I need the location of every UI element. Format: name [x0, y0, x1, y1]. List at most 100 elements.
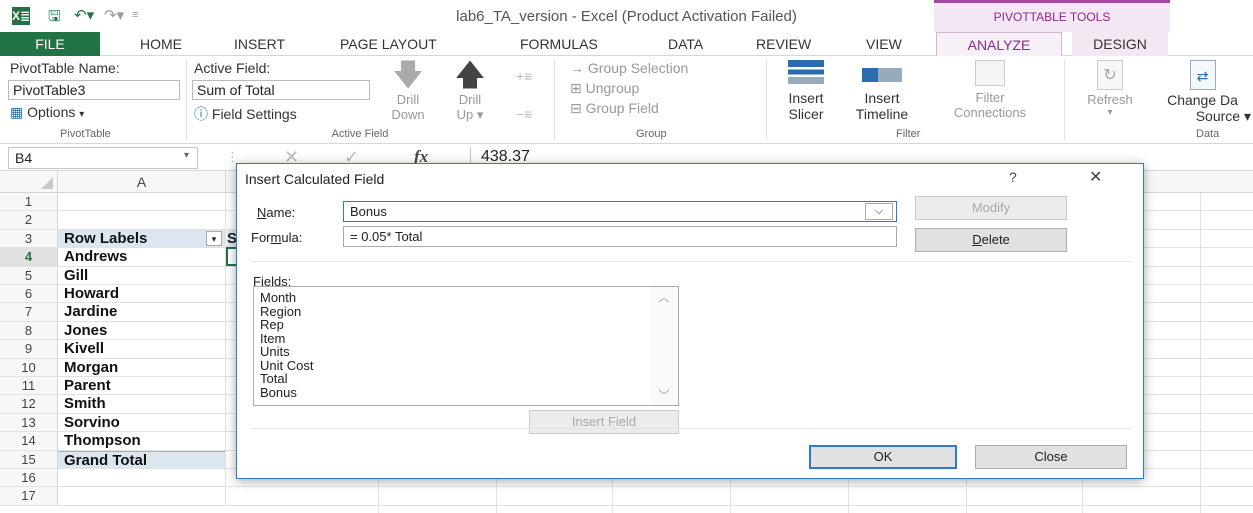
row-header[interactable]: 4: [0, 248, 58, 266]
row-header[interactable]: 7: [0, 303, 58, 321]
drill-down-button[interactable]: 🡇 Drill Down: [382, 59, 434, 123]
column-header-a[interactable]: A: [58, 171, 226, 193]
insert-timeline-button[interactable]: Insert Timeline: [846, 60, 918, 122]
cell-a[interactable]: Jones: [58, 321, 226, 340]
tab-insert[interactable]: INSERT: [234, 32, 285, 56]
pivottable-tools-label: PIVOTTABLE TOOLS: [934, 0, 1170, 32]
field-settings-label: Field Settings: [211, 106, 297, 122]
ok-button[interactable]: OK: [809, 445, 957, 469]
group-selection-label: Group Selection: [587, 60, 689, 76]
row-header[interactable]: 15: [0, 450, 58, 468]
tab-design[interactable]: DESIGN: [1072, 32, 1168, 56]
modify-button[interactable]: Modify: [915, 196, 1067, 220]
ungroup-button[interactable]: ⊞ Ungroup: [570, 80, 639, 97]
chevron-down-icon[interactable]: ▾: [184, 150, 189, 161]
list-item[interactable]: Total: [260, 372, 287, 386]
chevron-down-icon: ▾: [79, 109, 85, 120]
close-icon[interactable]: ✕: [1089, 167, 1102, 187]
formula-input-field[interactable]: = 0.05* Total: [343, 226, 897, 247]
cell-a[interactable]: Parent: [58, 377, 226, 395]
expand-field-icon[interactable]: +≡: [516, 68, 532, 84]
list-item[interactable]: Rep: [260, 318, 284, 332]
tab-review[interactable]: REVIEW: [756, 32, 811, 56]
scroll-down-icon[interactable]: ﹀: [650, 387, 678, 403]
collapse-field-icon[interactable]: −≡: [516, 106, 532, 122]
help-button[interactable]: ?: [1009, 169, 1017, 185]
cell-a[interactable]: Smith: [58, 395, 226, 413]
pivottable-name-input[interactable]: PivotTable3: [8, 80, 180, 100]
refresh-icon: ↻: [1097, 60, 1123, 90]
tab-view[interactable]: VIEW: [866, 32, 902, 56]
cell-a[interactable]: Row Labels: [58, 229, 226, 248]
filter-group-label: Filter: [896, 128, 921, 140]
row-header[interactable]: 1: [0, 193, 58, 211]
row-header[interactable]: 12: [0, 395, 58, 413]
scroll-up-icon[interactable]: ︿: [650, 289, 678, 305]
list-item[interactable]: Bonus: [260, 385, 297, 400]
row-header[interactable]: 9: [0, 340, 58, 358]
tab-home[interactable]: HOME: [140, 32, 182, 56]
cell-a[interactable]: Andrews: [58, 248, 226, 266]
cell-a[interactable]: Howard: [58, 285, 226, 303]
tab-file[interactable]: FILE: [0, 32, 100, 56]
close-button[interactable]: Close: [975, 445, 1127, 469]
cell-a[interactable]: [58, 193, 226, 211]
insert-slicer-button[interactable]: Insert Slicer: [774, 60, 838, 122]
filter-dropdown-icon[interactable]: ▾: [206, 230, 222, 246]
tab-page-layout[interactable]: PAGE LAYOUT: [340, 32, 437, 56]
cell-a[interactable]: [58, 469, 226, 487]
row-header[interactable]: 16: [0, 469, 58, 487]
group-selection-button[interactable]: → Group Selection: [570, 60, 688, 76]
cell-a[interactable]: Thompson: [58, 432, 226, 450]
arrow-down-icon: 🡇: [392, 59, 424, 92]
name-box[interactable]: B4: [8, 147, 198, 169]
cell-a[interactable]: [58, 211, 226, 229]
row-header[interactable]: 5: [0, 266, 58, 284]
row-header[interactable]: 11: [0, 377, 58, 395]
row-header[interactable]: 13: [0, 413, 58, 432]
list-item[interactable]: Unit Cost: [260, 358, 313, 373]
list-item[interactable]: Region: [260, 304, 301, 319]
filter-connections-label-1: Filter: [975, 90, 1005, 105]
list-item[interactable]: Item: [260, 331, 285, 346]
group-group-label: Group: [636, 128, 667, 140]
insert-calculated-field-dialog: Insert Calculated Field ? ✕ Name: Bonus …: [236, 163, 1144, 479]
row-header[interactable]: 6: [0, 285, 58, 303]
group-field-button[interactable]: ⊟ Group Field: [570, 100, 659, 117]
options-button[interactable]: ▦ Options ▾: [10, 104, 84, 121]
cell-a[interactable]: Jardine: [58, 303, 226, 321]
name-input[interactable]: Bonus: [343, 201, 897, 222]
cell-a[interactable]: Grand Total: [58, 450, 226, 469]
insert-field-button[interactable]: Insert Field: [529, 410, 679, 434]
row-header[interactable]: 2: [0, 211, 58, 229]
fields-listbox[interactable]: Month Region Rep Item Units Unit Cost Total Bon…: [253, 286, 679, 406]
cell-a[interactable]: [58, 487, 226, 505]
row-header[interactable]: 3: [0, 229, 58, 248]
row-header[interactable]: 10: [0, 358, 58, 376]
tab-analyze[interactable]: ANALYZE: [936, 32, 1062, 56]
fields-scrollbar[interactable]: ︿ ﹀: [650, 287, 678, 405]
table-row: 17: [0, 487, 1253, 506]
select-all-corner[interactable]: [0, 171, 58, 193]
list-item[interactable]: Units: [260, 345, 290, 359]
cell-a[interactable]: Sorvino: [58, 413, 226, 432]
filter-connections-button[interactable]: Filter Connections: [920, 60, 1060, 120]
cell-a[interactable]: Morgan: [58, 358, 226, 376]
row-header[interactable]: 8: [0, 321, 58, 340]
delete-button[interactable]: Delete: [915, 228, 1067, 252]
list-item[interactable]: Month: [260, 291, 296, 305]
row-header[interactable]: 14: [0, 432, 58, 450]
group-separator: [186, 60, 187, 140]
active-field-input[interactable]: Sum of Total: [192, 80, 370, 100]
drill-up-label-1: Drill: [458, 92, 482, 107]
refresh-button[interactable]: ↻ Refresh ▾: [1070, 60, 1150, 118]
tab-data[interactable]: DATA: [668, 32, 703, 56]
name-dropdown-button[interactable]: ⌵: [865, 203, 893, 220]
tab-formulas[interactable]: FORMULAS: [520, 32, 598, 56]
change-data-source-button[interactable]: ⇄ Change Da Source ▾: [1152, 60, 1253, 125]
drill-up-button[interactable]: 🡅 Drill Up ▾: [444, 60, 496, 123]
cell-a[interactable]: Gill: [58, 266, 226, 284]
row-header[interactable]: 17: [0, 487, 58, 505]
field-settings-button[interactable]: ⓘ Field Settings: [194, 104, 297, 124]
cell-a[interactable]: Kivell: [58, 340, 226, 358]
